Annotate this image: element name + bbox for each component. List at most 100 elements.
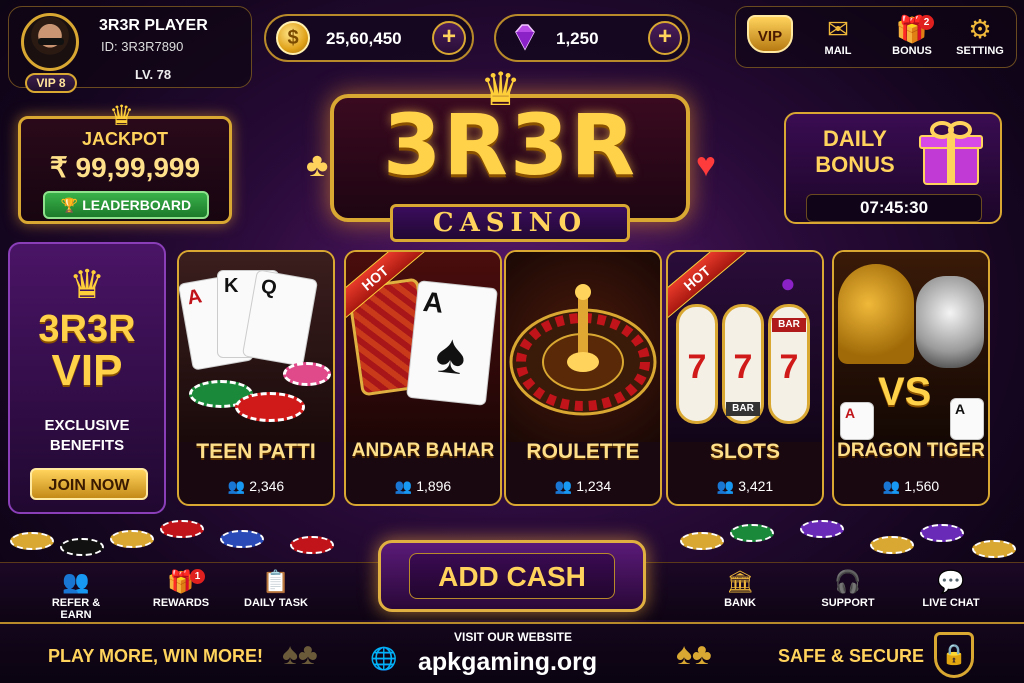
poker-chip bbox=[730, 524, 774, 542]
bonus-count-badge: 2 bbox=[919, 15, 934, 30]
player-count: 👥 2,346 bbox=[179, 478, 333, 495]
footer-security: SAFE & SECURE bbox=[778, 646, 925, 666]
users-icon: 👥 bbox=[62, 569, 90, 594]
dragon-tiger-art: VS A A bbox=[834, 252, 988, 442]
poker-chip bbox=[110, 530, 154, 548]
poker-chip bbox=[10, 532, 54, 550]
bank-icon: 🏛 bbox=[726, 569, 754, 594]
daily-task-label: DAILY TASK bbox=[244, 597, 308, 609]
top-nav: VIP ✉ MAIL 🎁 2 BONUS ⚙ SETTING bbox=[735, 6, 1017, 68]
gem-balance: 1,250 + bbox=[494, 14, 690, 62]
game-name: SLOTS bbox=[709, 440, 780, 463]
setting-label: SETTING bbox=[956, 45, 1004, 57]
vip-description: EXCLUSIVE BENEFITS bbox=[10, 416, 164, 456]
refer-earn-button[interactable]: 👥 REFER & EARN bbox=[36, 567, 116, 621]
playing-card: A bbox=[840, 402, 874, 440]
player-count: 👥 1,560 bbox=[834, 478, 988, 495]
support-button[interactable]: 🎧 SUPPORT bbox=[808, 567, 888, 609]
crown-icon: ♛ bbox=[109, 100, 135, 131]
bonus-label: BONUS bbox=[892, 45, 932, 57]
bar-symbol: BAR bbox=[726, 402, 760, 416]
dragon-icon bbox=[838, 264, 914, 364]
vip-desc-line2: BENEFITS bbox=[49, 437, 125, 454]
avatar[interactable] bbox=[21, 13, 79, 71]
users-icon: 👥 bbox=[882, 478, 901, 494]
footer: PLAY MORE, WIN MORE! ♠♣ 🌐 VISIT OUR WEBS… bbox=[0, 622, 1024, 683]
rewards-button[interactable]: 🎁 1 REWARDS bbox=[141, 567, 221, 609]
vip-promo-card[interactable]: ♛ 3R3R VIP EXCLUSIVE BENEFITS JOIN NOW bbox=[8, 242, 166, 514]
casino-logo: ♛ ♣ ♥ 3R3R CASINO bbox=[300, 66, 720, 242]
trophy-icon: 🏆 bbox=[60, 197, 79, 213]
slot-reel: 7 bbox=[676, 304, 718, 424]
vip-crown-icon: ♛ bbox=[69, 263, 105, 307]
bonus-button[interactable]: 🎁 2 BONUS bbox=[882, 13, 942, 67]
vip-title: VIP bbox=[51, 346, 123, 395]
task-icon: 📋 bbox=[262, 569, 290, 594]
bar-symbol: BAR bbox=[772, 318, 806, 332]
vip-level-badge: VIP 8 bbox=[25, 73, 77, 93]
card-rank: A bbox=[421, 285, 445, 319]
logo-subtitle: CASINO bbox=[390, 204, 630, 242]
gem-icon bbox=[515, 24, 535, 51]
vip-brand: 3R3R bbox=[38, 308, 136, 350]
game-card-slots[interactable]: 7 7 7 BAR BAR ● HOT SLOTS 👥 3,421 bbox=[666, 250, 824, 506]
game-card-teen-patti[interactable]: A K Q TEEN PATTI 👥 2,346 bbox=[177, 250, 335, 506]
leaderboard-button[interactable]: 🏆 LEADERBOARD bbox=[43, 191, 209, 219]
gift-icon: 🎁 bbox=[167, 569, 195, 594]
join-now-button[interactable]: JOIN NOW bbox=[30, 468, 148, 500]
poker-chip bbox=[60, 538, 104, 556]
poker-chip bbox=[800, 520, 844, 538]
player-count-value: 1,896 bbox=[416, 478, 452, 494]
website-link[interactable]: apkgaming.org bbox=[418, 648, 597, 677]
rewards-count-badge: 1 bbox=[190, 569, 205, 584]
game-name: TEEN PATTI bbox=[196, 440, 316, 463]
daily-bonus-title: DAILY BONUS bbox=[815, 126, 895, 177]
add-gems-button[interactable]: + bbox=[648, 21, 682, 55]
gift-box-icon bbox=[919, 121, 983, 185]
poker-chip bbox=[290, 536, 334, 554]
live-chat-label: LIVE CHAT bbox=[922, 597, 980, 609]
mail-button[interactable]: ✉ MAIL bbox=[808, 13, 868, 67]
vip-desc-line1: EXCLUSIVE bbox=[44, 417, 130, 434]
game-card-andar-bahar[interactable]: A ♠ HOT ANDAR BAHAR 👥 1,896 bbox=[344, 250, 502, 506]
playing-card: A ♠ bbox=[406, 280, 498, 406]
jackpot-amount: ₹ 99,99,999 bbox=[49, 152, 201, 183]
coin-value: 25,60,450 bbox=[326, 29, 402, 48]
roulette-wheel-icon bbox=[509, 284, 657, 416]
player-count: 👥 1,896 bbox=[346, 478, 500, 495]
vip-crown-icon: VIP bbox=[747, 15, 793, 53]
globe-icon: 🌐 bbox=[370, 646, 398, 671]
coin-icon: $ bbox=[276, 21, 310, 55]
club-suit-icon: ♣ bbox=[306, 146, 329, 184]
game-card-dragon-tiger[interactable]: VS A A DRAGON TIGER 👥 1,560 bbox=[832, 250, 990, 506]
daily-task-button[interactable]: 📋 DAILY TASK bbox=[236, 567, 316, 609]
bank-label: BANK bbox=[724, 597, 756, 609]
player-id: ID: 3R3R7890 bbox=[101, 39, 184, 54]
setting-button[interactable]: ⚙ SETTING bbox=[950, 13, 1010, 67]
add-cash-button[interactable]: ADD CASH bbox=[378, 540, 646, 612]
refer-label: REFER & EARN bbox=[51, 597, 101, 621]
shield-lock-icon: 🔒 bbox=[934, 632, 974, 678]
player-count-value: 1,560 bbox=[904, 478, 940, 494]
poker-chip bbox=[680, 532, 724, 550]
add-cash-label: ADD CASH bbox=[409, 553, 615, 599]
daily-bonus-panel[interactable]: DAILY BONUS 07:45:30 bbox=[784, 112, 1002, 224]
bank-button[interactable]: 🏛 BANK bbox=[700, 567, 780, 609]
versus-label: VS bbox=[878, 370, 932, 414]
vip-button[interactable]: VIP bbox=[740, 13, 800, 67]
player-profile[interactable]: VIP 8 3R3R PLAYER ID: 3R3R7890 LV. 78 bbox=[8, 6, 252, 93]
spade-club-icon: ♠♣ bbox=[282, 638, 318, 671]
poker-chip bbox=[283, 362, 331, 386]
player-level: LV. 78 bbox=[135, 67, 172, 82]
add-coins-button[interactable]: + bbox=[432, 21, 466, 55]
player-name: 3R3R PLAYER bbox=[99, 17, 208, 34]
player-count: 👥 3,421 bbox=[668, 478, 822, 495]
live-chat-button[interactable]: 💬 LIVE CHAT bbox=[911, 567, 991, 609]
poker-chip bbox=[160, 520, 204, 538]
tiger-icon bbox=[916, 276, 984, 368]
roulette-art bbox=[506, 252, 660, 442]
game-card-roulette[interactable]: ROULETTE 👥 1,234 bbox=[504, 250, 662, 506]
support-label: SUPPORT bbox=[821, 597, 875, 609]
spade-club-icon: ♠♣ bbox=[676, 638, 712, 671]
chat-icon: 💬 bbox=[937, 569, 965, 594]
